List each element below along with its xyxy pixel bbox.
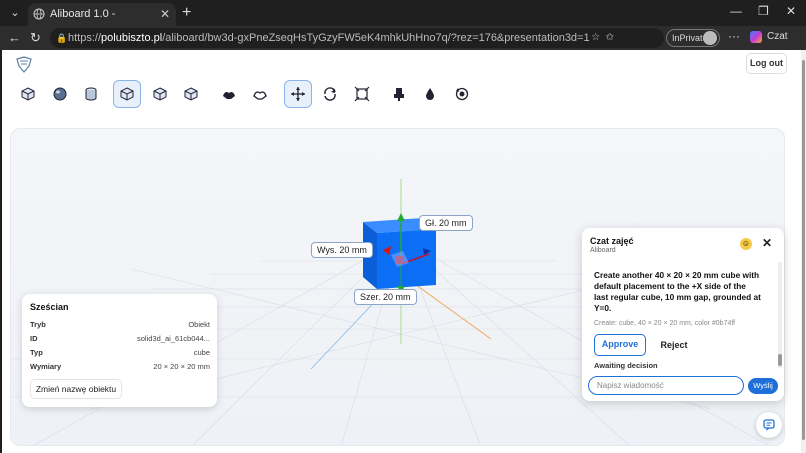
page-viewport: Log out Gł. 20 mm Wys. 20 mm Szer. 20 mm… — [2, 50, 801, 453]
cube-icon — [153, 87, 167, 101]
url-domain: polubiszto.pl — [101, 32, 163, 44]
paint-icon — [394, 88, 404, 101]
chat-message: Create another 40 × 20 × 20 mm cube with… — [594, 270, 761, 313]
cube-icon — [184, 87, 198, 101]
tool-button-paint[interactable] — [385, 80, 413, 108]
sphere-icon — [53, 87, 67, 101]
decision-status: Awaiting decision — [594, 361, 658, 370]
info-value: solid3d_ai_61cb044... — [137, 334, 210, 343]
chat-message-input[interactable]: Napisz wiadomość — [588, 376, 744, 395]
emoji-icon[interactable]: ☺ — [740, 238, 752, 250]
rotate-icon — [324, 87, 336, 101]
rename-object-button[interactable]: Zmień nazwę obiektu — [30, 379, 122, 399]
logout-button[interactable]: Log out — [746, 53, 787, 74]
info-row: ID solid3d_ai_61cb044... — [30, 334, 210, 346]
back-icon[interactable]: ← — [8, 30, 21, 45]
info-key: Tryb — [30, 320, 46, 329]
send-button[interactable]: Wyślij — [748, 378, 778, 394]
cylinder-icon — [85, 87, 97, 101]
info-row: Tryb Obiekt — [30, 320, 210, 332]
width-dimension-label: Szer. 20 mm — [354, 289, 417, 305]
close-window-icon[interactable]: ✕ — [786, 4, 796, 18]
info-value: cube — [193, 348, 210, 357]
reject-button[interactable]: Reject — [652, 334, 696, 356]
tool-button-subtract[interactable] — [246, 80, 274, 108]
more-icon[interactable]: ··· — [728, 29, 740, 43]
chat-title: Czat zajęć — [590, 236, 634, 246]
tool-button-orbit[interactable] — [448, 80, 476, 108]
object-name: Sześcian — [30, 302, 69, 312]
url-prefix: https:// — [68, 32, 102, 44]
scale-icon — [354, 86, 370, 102]
tool-button-union[interactable] — [215, 80, 243, 108]
minimize-icon[interactable]: — — [730, 4, 742, 18]
tool-button-rotate[interactable] — [316, 80, 344, 108]
close-tab-icon[interactable]: ✕ — [160, 3, 170, 26]
info-row: Typ cube — [30, 348, 210, 360]
info-key: Wymiary — [30, 362, 62, 371]
page-scroll-thumb[interactable] — [802, 60, 805, 440]
fill-icon — [426, 88, 434, 100]
browser-tab-strip: ⌄ Aliboard 1.0 - PolubiszTo.pl ✕ + — ❐ ✕ — [0, 0, 806, 43]
info-key: Typ — [30, 348, 43, 357]
chat-toggle-button[interactable] — [756, 412, 782, 438]
favorite-icon[interactable]: ☆ ✩ — [591, 32, 614, 43]
cube-icon — [21, 87, 35, 101]
url-path: /aliboard/bw3d-gxPneZseqHsTyGzyFW5eK4mhk… — [162, 32, 590, 44]
orbit-icon — [455, 87, 469, 101]
height-dimension-label: Wys. 20 mm — [311, 242, 373, 258]
refresh-icon[interactable]: ↻ — [30, 30, 41, 46]
profile-avatar — [703, 31, 717, 45]
union-icon — [223, 92, 235, 99]
tool-button-move[interactable] — [284, 80, 312, 108]
tool-button-cube[interactable] — [146, 80, 174, 108]
globe-icon — [33, 8, 45, 20]
info-value: 20 × 20 × 20 mm — [153, 362, 210, 371]
url-field[interactable]: 🔒 https://polubiszto.pl/aliboard/bw3d-gxP… — [50, 28, 664, 48]
browser-tab[interactable]: Aliboard 1.0 - PolubiszTo.pl ✕ — [28, 3, 176, 43]
cube-icon — [120, 87, 134, 101]
page-scrollbar[interactable] — [801, 50, 806, 453]
tool-button-scale[interactable] — [348, 80, 376, 108]
restore-icon[interactable]: ❐ — [758, 4, 769, 18]
object-info-card: Sześcian Tryb Obiekt ID solid3d_ai_61cb0… — [22, 294, 217, 407]
tab-list-icon[interactable]: ⌄ — [6, 4, 24, 22]
chat-icon — [763, 419, 775, 431]
approve-button[interactable]: Approve — [594, 334, 646, 356]
tool-button-cube[interactable] — [113, 80, 141, 108]
lock-icon: 🔒 — [56, 33, 68, 43]
chat-scroll-thumb[interactable] — [778, 354, 782, 366]
inprivate-badge[interactable]: InPrivate — [666, 29, 720, 47]
copilot-icon[interactable] — [750, 31, 762, 43]
tool-button-cube[interactable] — [177, 80, 205, 108]
depth-dimension-label: Gł. 20 mm — [419, 215, 473, 231]
chat-message-meta: Create: cube, 40 × 20 × 20 mm, color #0b… — [594, 320, 736, 327]
tool-button-sphere[interactable] — [46, 80, 74, 108]
info-value: Obiekt — [188, 320, 210, 329]
close-icon[interactable]: ✕ — [762, 236, 772, 250]
subtract-icon — [253, 91, 267, 100]
info-row: Wymiary 20 × 20 × 20 mm — [30, 362, 210, 374]
shape-toolbar — [2, 80, 801, 112]
chat-scrollbar[interactable] — [778, 262, 782, 368]
info-key: ID — [30, 334, 38, 343]
move-icon — [291, 87, 305, 101]
address-bar: ← ↻ 🔒 https://polubiszto.pl/aliboard/bw3d… — [0, 26, 806, 50]
copilot-label[interactable]: Czat — [767, 31, 788, 42]
aliboard-logo — [16, 56, 32, 73]
chat-subtitle: Aliboard — [590, 247, 616, 254]
tool-button-cylinder[interactable] — [77, 80, 105, 108]
new-tab-icon[interactable]: + — [182, 3, 191, 23]
tool-button-fill[interactable] — [416, 80, 444, 108]
chat-panel: Czat zajęć Aliboard ☺ ✕ Create another 4… — [582, 228, 784, 401]
tool-button-cube[interactable] — [14, 80, 42, 108]
